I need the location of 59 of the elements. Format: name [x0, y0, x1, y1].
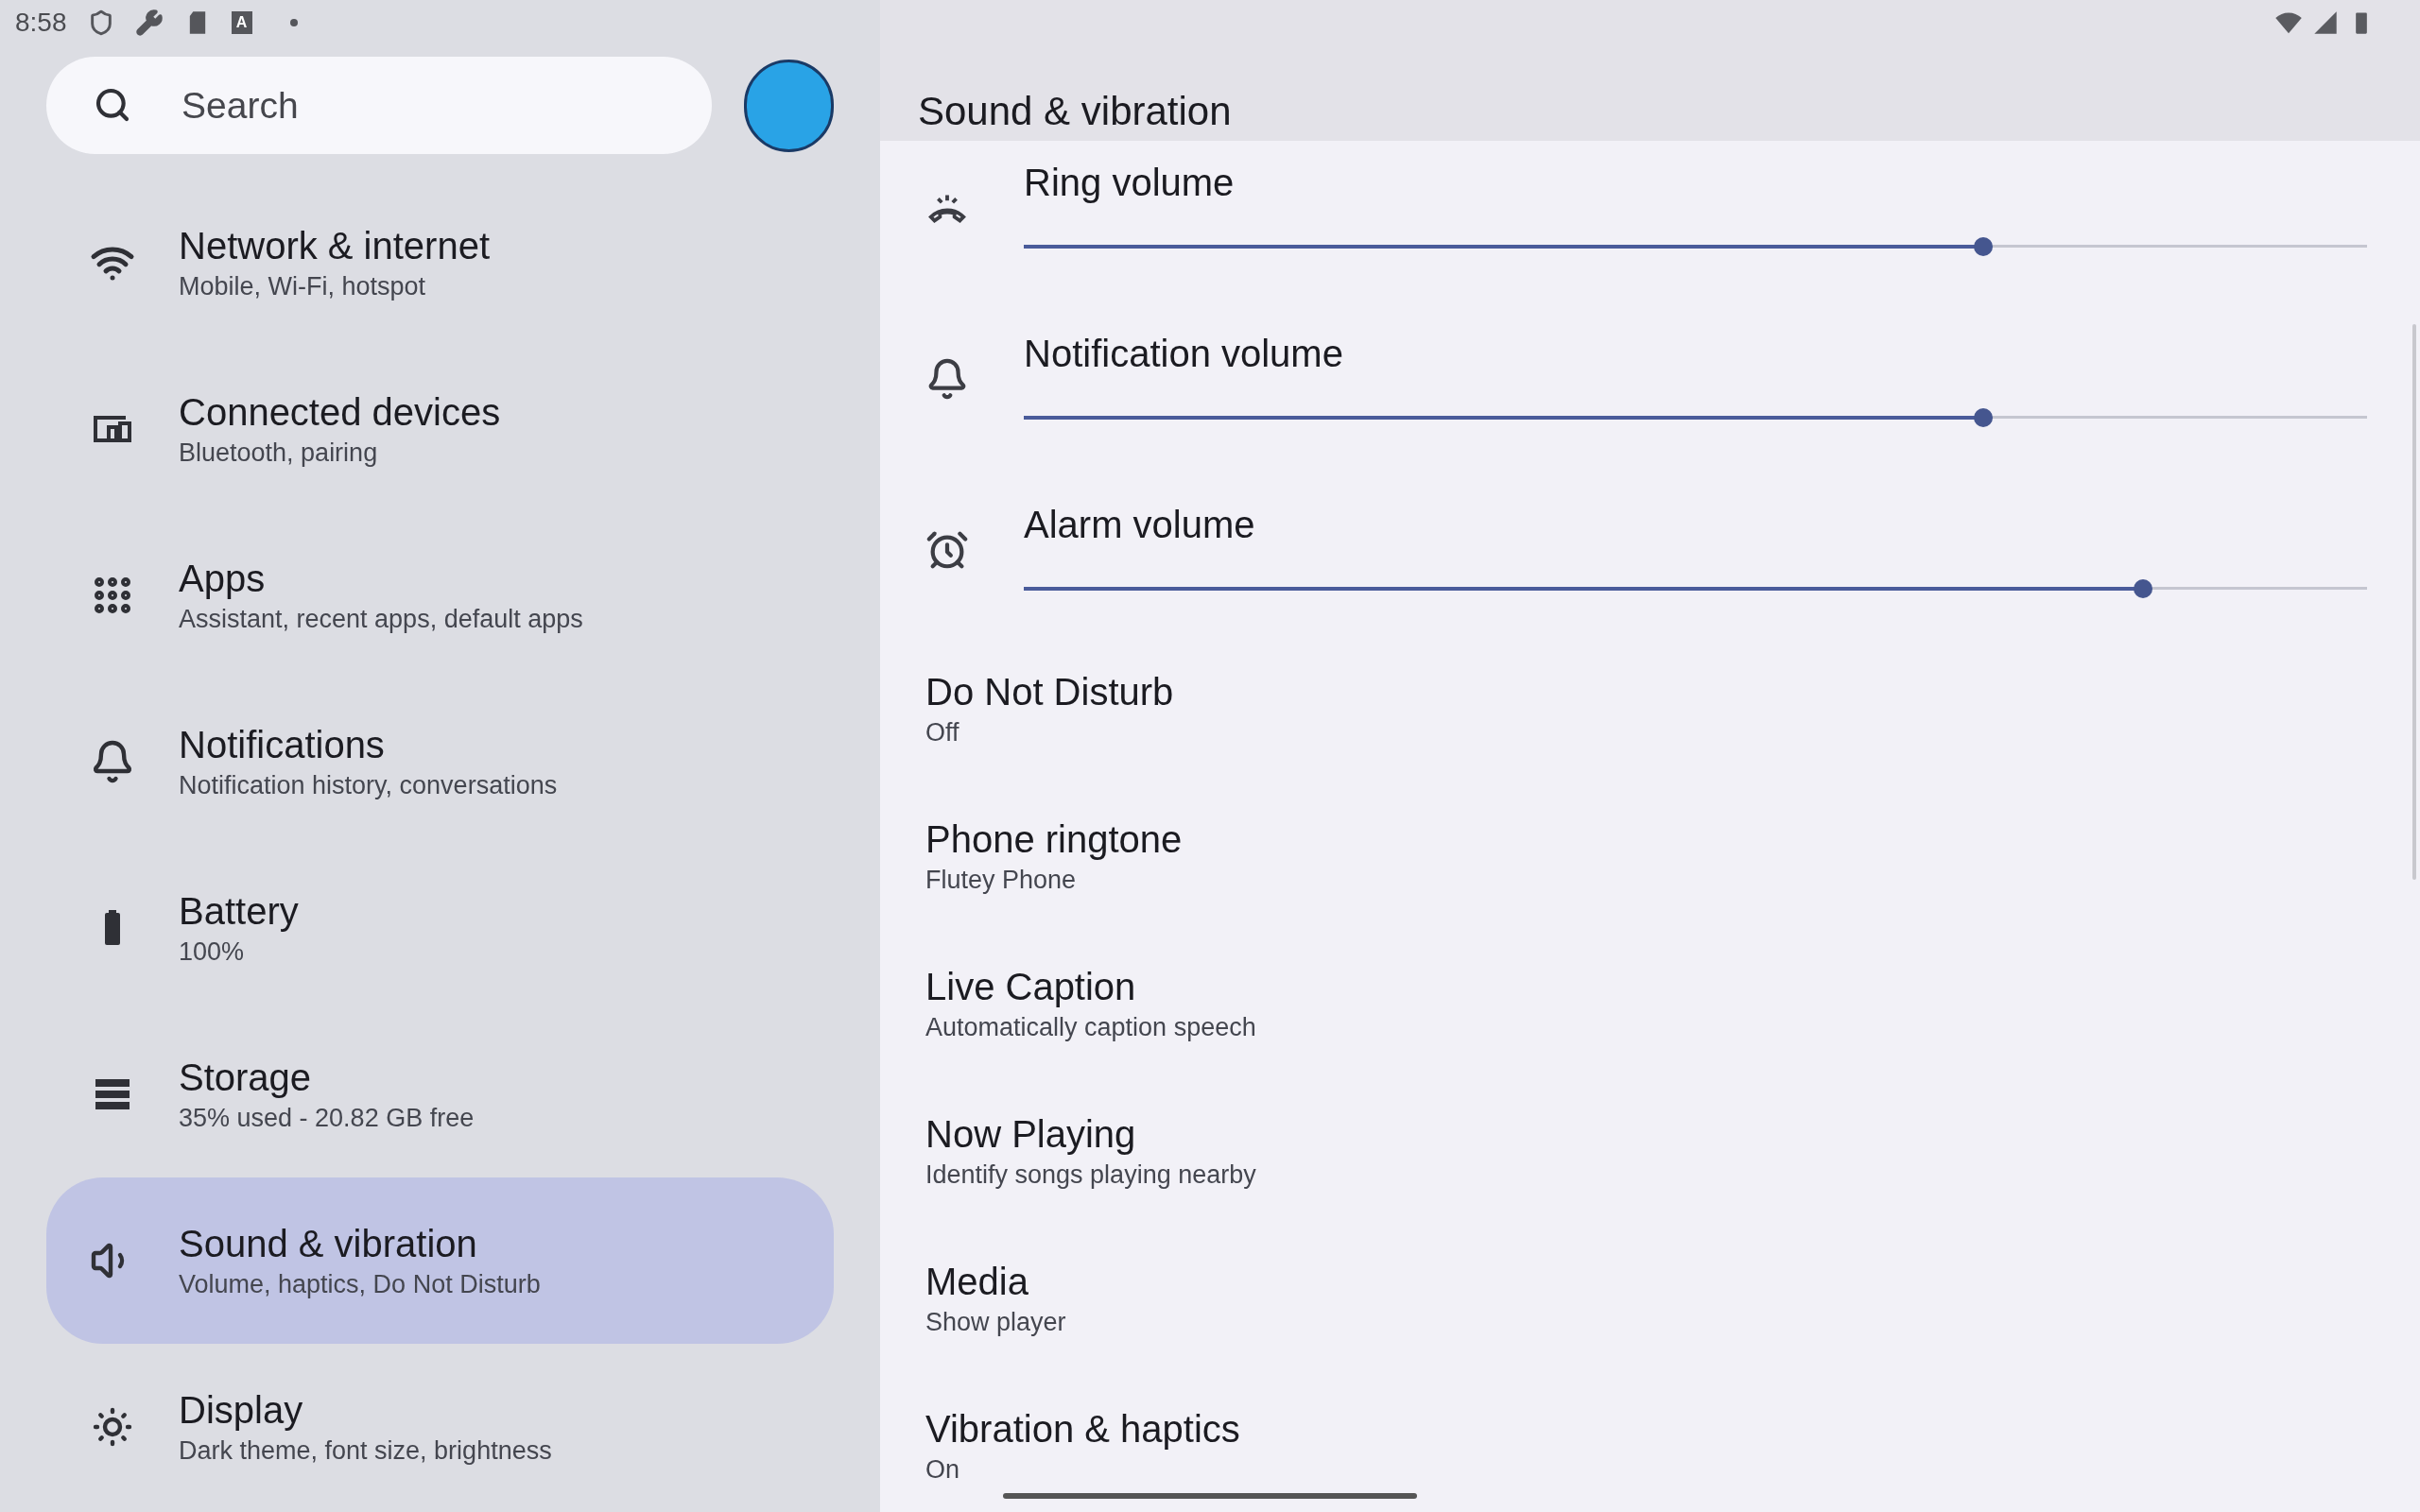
slider-thumb[interactable] — [2133, 578, 2152, 598]
sidebar-item[interactable]: Display Dark theme, font size, brightness — [46, 1344, 834, 1510]
cell-signal-icon — [2312, 9, 2339, 36]
sidebar-item[interactable]: Notifications Notification history, conversations — [46, 679, 834, 845]
settings-item[interactable]: Media Show player — [880, 1225, 2420, 1372]
item-subtitle: Show player — [925, 1307, 1066, 1338]
item-subtitle: Automatically caption speech — [925, 1012, 1256, 1043]
item-subtitle: 35% used - 20.82 GB free — [179, 1103, 475, 1134]
wrench-icon — [134, 9, 164, 37]
sidebar-item[interactable]: Battery 100% — [46, 845, 834, 1011]
volume-slider[interactable] — [1024, 236, 2367, 256]
item-title: Battery — [179, 889, 299, 934]
item-subtitle: Flutey Phone — [925, 865, 1077, 896]
item-subtitle: Dark theme, font size, brightness — [179, 1435, 552, 1467]
item-subtitle: Volume, haptics, Do Not Disturb — [179, 1269, 541, 1300]
keyboard-icon: A — [231, 11, 252, 34]
settings-item[interactable]: Vibration & haptics On — [880, 1372, 2420, 1512]
item-title: Sound & vibration — [179, 1222, 478, 1266]
item-subtitle: Assistant, recent apps, default apps — [179, 604, 583, 635]
item-subtitle: Mobile, Wi-Fi, hotspot — [179, 271, 427, 302]
item-title: Connected devices — [179, 390, 501, 435]
settings-item[interactable]: Do Not Disturb Off — [880, 635, 2420, 782]
settings-item[interactable]: Live Caption Automatically caption speech — [880, 930, 2420, 1077]
item-title: Do Not Disturb — [925, 670, 1174, 714]
item-subtitle: Notification history, conversations — [179, 770, 558, 801]
item-title: Apps — [179, 557, 267, 601]
search-icon — [94, 86, 131, 124]
slider-thumb[interactable] — [1973, 407, 1993, 427]
item-subtitle: On — [925, 1454, 960, 1486]
item-subtitle: Bluetooth, pairing — [179, 438, 379, 469]
item-subtitle: Off — [925, 717, 959, 748]
sidebar-item[interactable]: Storage 35% used - 20.82 GB free — [46, 1011, 834, 1177]
volume-slider[interactable] — [1024, 407, 2367, 427]
navigation-handle[interactable] — [1003, 1493, 1417, 1499]
settings-item[interactable]: Now Playing Identify songs playing nearby — [880, 1077, 2420, 1225]
item-title: Now Playing — [925, 1112, 1136, 1157]
item-title: Storage — [179, 1056, 313, 1100]
item-title: Notifications — [179, 723, 386, 767]
page-title: Sound & vibration — [918, 88, 1233, 135]
search-field[interactable]: Search — [46, 57, 712, 154]
item-title: Network & internet — [179, 224, 491, 268]
sidebar-item[interactable]: Apps Assistant, recent apps, default apps — [46, 512, 834, 679]
sidebar-item[interactable]: Network & internet Mobile, Wi-Fi, hotspot — [46, 180, 834, 346]
slider-label: Ring volume — [1024, 160, 1236, 205]
item-title: Vibration & haptics — [925, 1407, 1240, 1452]
volume-slider[interactable] — [1024, 578, 2367, 598]
slider-label: Alarm volume — [1024, 502, 1256, 547]
slider-label: Notification volume — [1024, 331, 1344, 376]
item-title: Live Caption — [925, 965, 1136, 1009]
item-title: Display — [179, 1388, 304, 1433]
slider-thumb[interactable] — [1973, 236, 1993, 256]
item-title: Media — [925, 1260, 1028, 1304]
sidebar-item[interactable]: Connected devices Bluetooth, pairing — [46, 346, 834, 512]
settings-item[interactable]: Phone ringtone Flutey Phone — [880, 782, 2420, 930]
status-time: 8:58 — [15, 7, 67, 39]
item-subtitle: 100% — [179, 936, 246, 968]
item-title: Phone ringtone — [925, 817, 1183, 862]
item-subtitle: Identify songs playing nearby — [925, 1160, 1256, 1191]
sidebar-item[interactable]: Sound & vibration Volume, haptics, Do Not Disturb — [46, 1177, 834, 1344]
